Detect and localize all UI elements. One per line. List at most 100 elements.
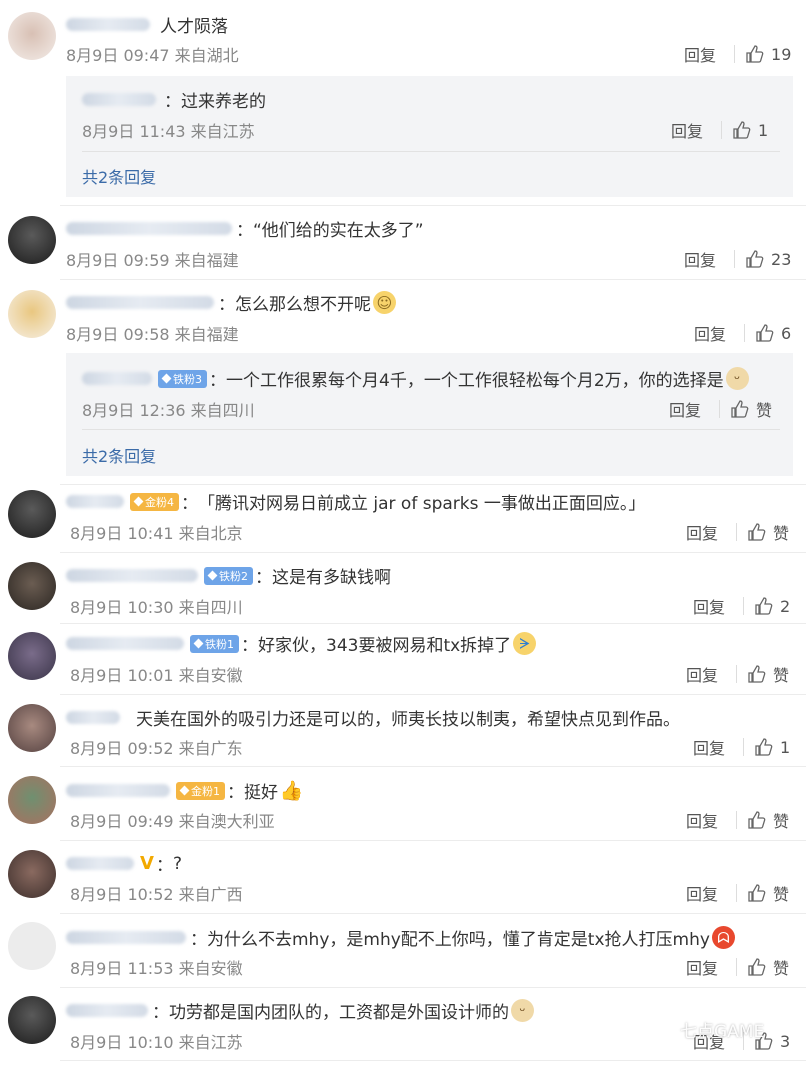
comment-text-line: 金粉4 ：「腾讯对网易日前成立 jar of sparks 一事做出正面回应。」 (66, 489, 645, 514)
like-icon[interactable] (732, 120, 752, 140)
username[interactable] (66, 1004, 148, 1017)
divider (736, 523, 738, 541)
comment-meta: 8月9日 09:49 来自澳大利亚 (70, 812, 275, 831)
comment-meta: 8月9日 11:53 来自安徽 (70, 959, 243, 978)
reply-button[interactable]: 回复 (686, 808, 718, 832)
divider (736, 884, 738, 902)
fan-badge: 金粉1 (176, 781, 225, 800)
username[interactable] (66, 637, 184, 650)
more-replies-link[interactable]: 共2条回复 (82, 443, 156, 467)
reply-meta: 8月9日 11:43 来自江苏 (82, 122, 255, 141)
comment-meta: 8月9日 10:30 来自四川 (70, 598, 243, 617)
username[interactable] (66, 296, 214, 309)
divider (60, 987, 806, 988)
comment-meta: 8月9日 09:59 来自福建 (66, 251, 239, 270)
divider (736, 811, 738, 829)
avatar[interactable] (8, 776, 56, 824)
username[interactable] (66, 569, 198, 582)
reply-line: 铁粉3 ：一个工作很累每个月4千，一个工作很轻松每个月2万，你的选择是 ᵕ (82, 366, 749, 391)
reply-button[interactable]: 回复 (669, 397, 701, 421)
username[interactable] (66, 222, 232, 235)
comment-actions: 回复 6 (694, 321, 791, 345)
comment-actions: 回复 赞 (686, 881, 789, 905)
like-count: 6 (781, 323, 792, 343)
divider (744, 324, 746, 342)
like-count: 赞 (756, 401, 773, 420)
verified-v-icon: V (140, 853, 154, 874)
like-icon[interactable] (745, 44, 765, 64)
like-count: 赞 (773, 666, 790, 685)
reply-button[interactable]: 回复 (693, 594, 725, 618)
like-count: 1 (758, 120, 769, 140)
reply-button[interactable]: 回复 (671, 118, 703, 142)
reply-button[interactable]: 回复 (693, 735, 725, 759)
comment-actions: 回复 赞 (686, 808, 789, 832)
reply-button[interactable]: 回复 (686, 520, 718, 544)
like-icon[interactable] (747, 664, 767, 684)
comment-actions: 回复 23 (684, 247, 791, 271)
reply-button[interactable]: 回复 (686, 955, 718, 979)
wechat-icon (652, 1021, 674, 1037)
username[interactable] (66, 495, 124, 508)
divider (736, 665, 738, 683)
divider (60, 840, 806, 841)
like-icon[interactable] (747, 883, 767, 903)
fan-badge: 铁粉1 (190, 634, 239, 653)
avatar[interactable] (8, 704, 56, 752)
avatar[interactable] (8, 632, 56, 680)
like-icon[interactable] (754, 737, 774, 757)
divider (719, 400, 721, 418)
username[interactable] (66, 931, 186, 944)
avatar[interactable] (8, 562, 56, 610)
divider (82, 151, 780, 152)
username[interactable] (66, 784, 170, 797)
comment-text: “他们给的实在太多了” (253, 221, 424, 241)
avatar[interactable] (8, 922, 56, 970)
like-icon[interactable] (755, 323, 775, 343)
reply-button[interactable]: 回复 (686, 662, 718, 686)
more-replies-link[interactable]: 共2条回复 (82, 164, 156, 188)
like-icon[interactable] (754, 596, 774, 616)
comment-meta: 8月9日 10:52 来自广西 (70, 885, 243, 904)
username[interactable] (66, 857, 134, 870)
thumbs-up-emoji-icon: 👍 (279, 780, 304, 802)
like-icon[interactable] (730, 399, 750, 419)
like-icon[interactable] (747, 957, 767, 977)
reply-button[interactable]: 回复 (684, 247, 716, 271)
divider (721, 121, 723, 139)
divider (60, 694, 806, 695)
like-count: 19 (771, 44, 792, 64)
comment-meta: 8月9日 10:10 来自江苏 (70, 1033, 243, 1052)
username[interactable] (82, 93, 156, 106)
like-icon[interactable] (745, 249, 765, 269)
username[interactable] (66, 711, 120, 724)
reply-button[interactable]: 回复 (694, 321, 726, 345)
avatar[interactable] (8, 12, 56, 60)
fan-badge: 铁粉2 (204, 566, 253, 585)
avatar[interactable] (8, 996, 56, 1044)
divider (60, 766, 806, 767)
fan-badge: 金粉4 (130, 492, 179, 511)
reply-button[interactable]: 回复 (684, 42, 716, 66)
like-count: 赞 (773, 524, 790, 543)
reply-button[interactable]: 回复 (686, 881, 718, 905)
username[interactable] (82, 372, 152, 385)
username[interactable] (66, 18, 150, 31)
doge-emoji-icon: ᵕ (725, 367, 749, 390)
divider (60, 1060, 806, 1061)
comment-text-line: 金粉1 ：挺好 👍 (66, 778, 303, 803)
avatar[interactable] (8, 290, 56, 338)
avatar[interactable] (8, 850, 56, 898)
divider (743, 738, 745, 756)
comment-meta: 8月9日 10:41 来自北京 (70, 524, 243, 543)
like-icon[interactable] (747, 810, 767, 830)
comment-text: 怎么那么想不开呢 (235, 295, 371, 315)
comment-actions: 回复 赞 (686, 520, 789, 544)
watermark-text: 七点GAME (680, 1022, 765, 1042)
like-icon[interactable] (747, 522, 767, 542)
avatar[interactable] (8, 490, 56, 538)
like-count: 1 (780, 737, 791, 757)
divider (60, 279, 806, 280)
avatar[interactable] (8, 216, 56, 264)
comment-text: 这是有多缺钱啊 (272, 568, 391, 588)
